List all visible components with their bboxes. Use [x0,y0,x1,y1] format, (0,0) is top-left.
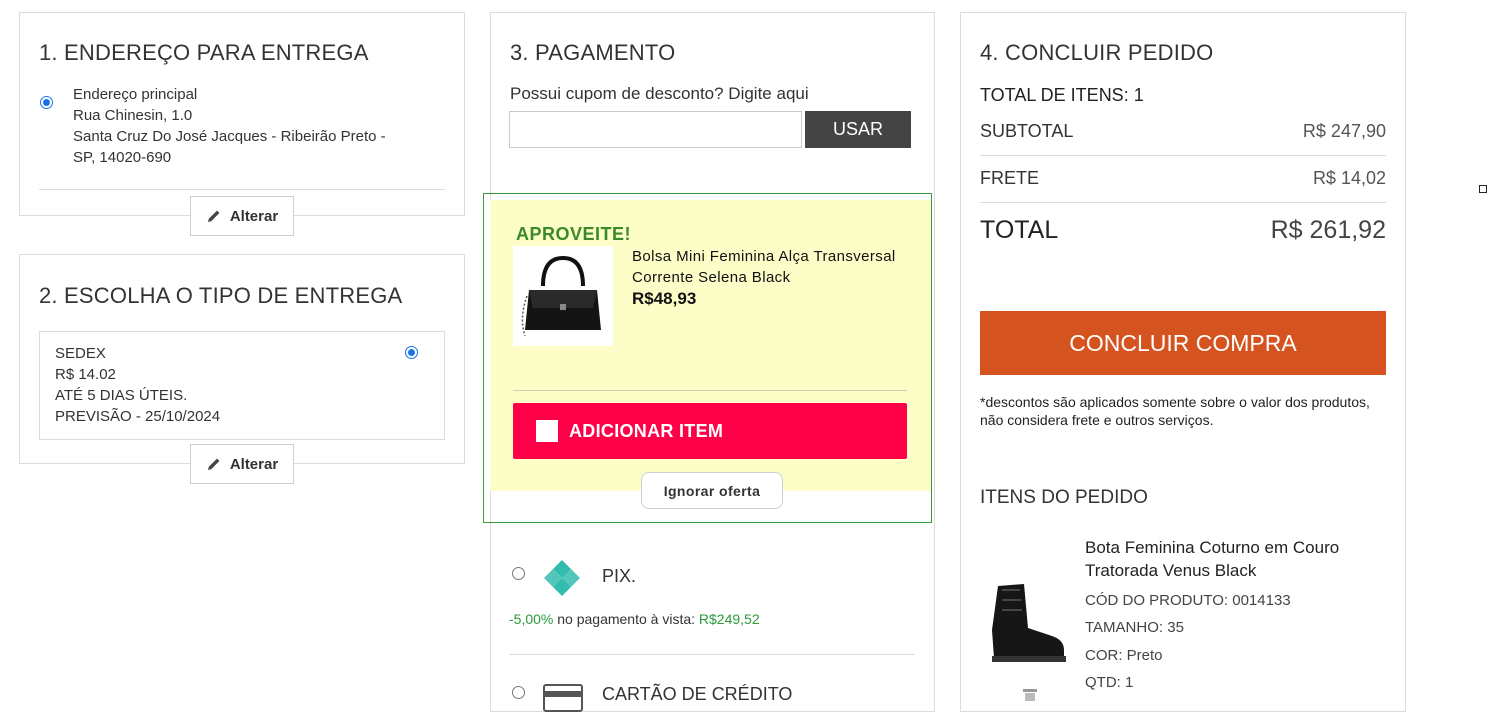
total-row: TOTAL R$ 261,92 [980,216,1386,245]
offer-product-image [513,246,613,346]
summary-divider-1 [980,155,1386,156]
ignore-offer-button[interactable]: Ignorar oferta [641,472,783,509]
shipping-row: FRETE R$ 14,02 [980,168,1386,189]
order-item-name[interactable]: Bota Feminina Coturno em Couro Tratorada… [1085,536,1375,582]
credit-card-icon [543,684,583,712]
pix-label[interactable]: PIX. [602,566,636,587]
address-line1: Rua Chinesin, 1.0 [73,107,193,124]
resize-handle[interactable] [1479,185,1487,193]
pix-discount-line: -5,00% no pagamento à vista: R$249,52 [509,611,760,627]
offer-divider [513,390,907,391]
order-items-title: ITENS DO PEDIDO [980,487,1148,508]
address-title: 1. ENDEREÇO PARA ENTREGA [39,40,369,65]
total-label: TOTAL [980,216,1059,244]
payment-title: 3. PAGAMENTO [510,40,676,65]
offer-heading: APROVEITE! [516,224,632,244]
address-text: Endereço principal Rua Chinesin, 1.0 San… [73,84,433,168]
pix-note: no pagamento à vista: [557,611,696,627]
offer-product-price: R$48,93 [632,289,697,308]
delivery-option-radio[interactable] [405,346,418,359]
delivery-option-text: SEDEX R$ 14.02 ATÉ 5 DIAS ÚTEIS. PREVISÃ… [55,343,220,427]
change-address-label: Alterar [229,207,279,225]
boot-icon [992,584,1066,662]
summary-divider-2 [980,202,1386,203]
delivery-option-name: SEDEX [55,345,106,362]
coupon-label: Possui cupom de desconto? Digite aqui [510,84,809,103]
order-item-code: CÓD DO PRODUTO: 0014133 [1085,592,1291,609]
pix-icon [544,560,580,596]
subtotal-value: R$ 247,90 [1302,121,1386,141]
checkout-button[interactable]: CONCLUIR COMPRA [980,311,1386,375]
delivery-title: 2. ESCOLHA O TIPO DE ENTREGA [39,283,403,308]
trash-icon[interactable] [1020,689,1040,701]
change-address-button[interactable]: Alterar [190,196,294,236]
delivery-option-price: R$ 14.02 [55,366,116,383]
total-items: TOTAL DE ITENS: 1 [980,85,1144,105]
pix-price: R$249,52 [698,611,760,627]
coupon-input[interactable] [509,111,802,148]
handbag-icon [521,255,601,337]
discount-disclaimer: *descontos são aplicados somente sobre o… [980,394,1370,428]
payment-divider [509,654,915,655]
pix-radio[interactable] [512,567,525,580]
use-coupon-button[interactable]: USAR [805,111,911,148]
shipping-value: R$ 14,02 [1312,168,1386,188]
subtotal-row: SUBTOTAL R$ 247,90 [980,121,1386,142]
order-item-image [980,570,1070,670]
summary-title: 4. CONCLUIR PEDIDO [980,40,1214,65]
pix-discount: -5,00% [509,611,554,627]
address-name: Endereço principal [73,86,198,103]
add-item-checkbox[interactable] [536,420,558,442]
delivery-option-time: ATÉ 5 DIAS ÚTEIS. [55,387,188,404]
order-item-color: COR: Preto [1085,647,1163,664]
pencil-icon [207,458,220,470]
card-label[interactable]: CARTÃO DE CRÉDITO [602,684,792,705]
shipping-label: FRETE [980,168,1040,188]
change-delivery-button[interactable]: Alterar [190,444,294,484]
address-divider [39,189,445,190]
address-radio[interactable] [40,96,53,109]
change-delivery-label: Alterar [229,455,279,473]
add-item-label: ADICIONAR ITEM [569,420,724,441]
address-line3: SP, 14020-690 [73,149,172,166]
total-value: R$ 261,92 [1270,216,1386,244]
pencil-icon [207,210,220,222]
delivery-option-forecast: PREVISÃO - 25/10/2024 [55,408,221,425]
address-line2: Santa Cruz Do José Jacques - Ribeirão Pr… [73,128,386,145]
order-item-qty: QTD: 1 [1085,674,1134,691]
order-item-size: TAMANHO: 35 [1085,619,1184,636]
add-item-button[interactable]: ADICIONAR ITEM [513,403,907,459]
card-radio[interactable] [512,686,525,699]
subtotal-label: SUBTOTAL [980,121,1074,141]
offer-product-name[interactable]: Bolsa Mini Feminina Alça Transversal Cor… [632,246,902,288]
